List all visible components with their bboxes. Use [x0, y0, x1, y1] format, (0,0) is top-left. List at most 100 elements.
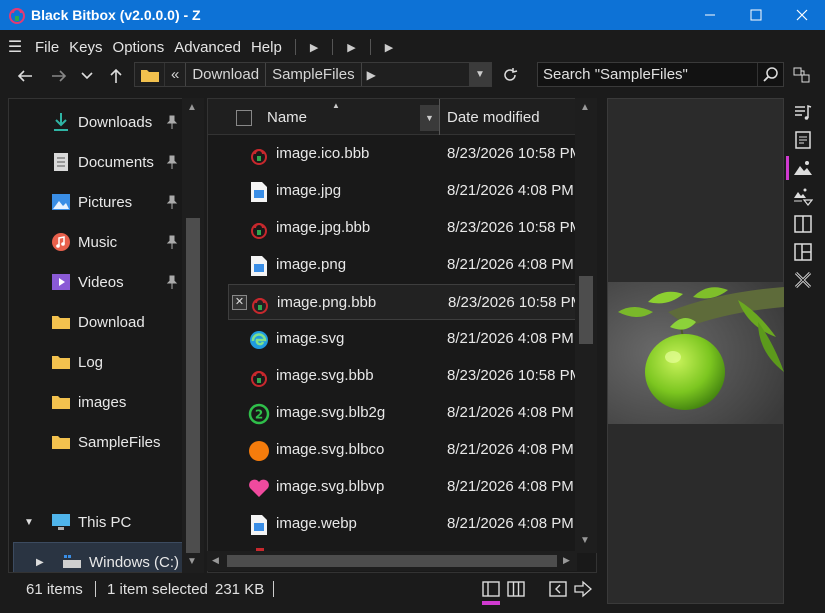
- sidebar-item-images[interactable]: images: [9, 382, 185, 422]
- menu-chevron-icon[interactable]: ▶: [304, 41, 324, 54]
- nav-scrollbar[interactable]: ▲ ▼: [182, 98, 204, 573]
- scrollbar-thumb[interactable]: [579, 276, 593, 344]
- breadcrumb-samplefiles[interactable]: SampleFiles: [266, 63, 362, 86]
- svg-text:2: 2: [255, 408, 263, 422]
- row-checkbox[interactable]: ✕: [232, 295, 247, 310]
- column-name-label[interactable]: Name: [267, 109, 307, 126]
- menu-advanced[interactable]: Advanced: [169, 39, 246, 56]
- menu-keys[interactable]: Keys: [64, 39, 107, 56]
- bitbox-lock-icon: [249, 293, 271, 315]
- search-icon[interactable]: [757, 63, 783, 86]
- file-row[interactable]: image.jpg 8/21/2026 4:08 PM: [228, 173, 578, 209]
- columns-view-button[interactable]: [505, 578, 527, 600]
- scroll-down-icon[interactable]: ▼: [580, 535, 590, 546]
- column-filter-dropdown-icon[interactable]: ▼: [420, 105, 439, 131]
- sidebar-item-pictures[interactable]: Pictures: [9, 182, 185, 222]
- file-row[interactable]: image.svg.blbvp 8/21/2026 4:08 PM: [228, 469, 578, 505]
- sidebar-item-music[interactable]: Music: [9, 222, 185, 262]
- image-preview-button[interactable]: [790, 156, 816, 180]
- sidebar-item-downloads[interactable]: Downloads: [9, 102, 185, 142]
- sidebar-item-this-pc[interactable]: ▼ This PC: [9, 502, 185, 542]
- document-list-icon: [795, 131, 811, 149]
- image-filter-icon: [794, 188, 813, 206]
- details-view-button[interactable]: [480, 578, 502, 600]
- forward-action-button[interactable]: [572, 578, 594, 600]
- search-box[interactable]: Search "SampleFiles": [537, 62, 784, 87]
- sidebar-item-label: Log: [78, 353, 104, 371]
- column-date-label[interactable]: Date modified: [447, 109, 540, 126]
- sidebar-item-videos[interactable]: Videos: [9, 262, 185, 302]
- sidebar-item-log[interactable]: Log: [9, 342, 185, 382]
- file-row[interactable]: image.svg 8/21/2026 4:08 PM: [228, 321, 578, 357]
- folder-icon: [135, 63, 165, 86]
- file-row[interactable]: image.webp 8/21/2026 4:08 PM: [228, 506, 578, 542]
- menu-options[interactable]: Options: [108, 39, 170, 56]
- pin-icon[interactable]: [166, 155, 178, 169]
- documents-icon: [51, 152, 71, 172]
- file-row[interactable]: image.jpg.bbb 8/23/2026 10:58 PM: [228, 210, 582, 246]
- refresh-button[interactable]: [498, 64, 522, 86]
- pin-icon[interactable]: [166, 115, 178, 129]
- hamburger-menu-icon[interactable]: ☰: [0, 37, 30, 57]
- address-dropdown-icon[interactable]: ▼: [469, 63, 491, 86]
- menu-file[interactable]: File: [30, 39, 64, 56]
- menu-help[interactable]: Help: [246, 39, 287, 56]
- menu-chevron-icon[interactable]: ▶: [341, 41, 361, 54]
- scroll-left-icon[interactable]: ◀: [212, 555, 219, 566]
- sidebar-item-label: Videos: [78, 273, 124, 291]
- document-view-button[interactable]: [790, 128, 816, 152]
- file-name: image.svg.blbco: [276, 441, 385, 458]
- file-row-selected[interactable]: ✕ image.png.bbb 8/23/2026 10:58 PM: [228, 284, 583, 320]
- file-row[interactable]: 2 image.svg.blb2g 8/21/2026 4:08 PM: [228, 395, 578, 431]
- menu-chevron-icon[interactable]: ▶: [379, 41, 399, 54]
- pin-icon[interactable]: [166, 195, 178, 209]
- close-button[interactable]: [779, 0, 825, 30]
- file-list-scrollbar[interactable]: ▲ ▼: [575, 98, 597, 553]
- minimize-button[interactable]: [687, 0, 733, 30]
- sidebar-item-windows-c[interactable]: ▶ Windows (C:): [13, 542, 187, 572]
- sidebar-item-documents[interactable]: Documents: [9, 142, 185, 182]
- close-preview-button[interactable]: [790, 268, 816, 292]
- breadcrumb-chevron-icon[interactable]: ▶: [362, 68, 381, 82]
- file-row[interactable]: image.ico.bbb 8/23/2026 10:58 PM: [228, 136, 582, 172]
- this-pc-icon: [51, 512, 71, 532]
- file-row[interactable]: image.svg.blbco 8/21/2026 4:08 PM: [228, 432, 578, 468]
- scrollbar-thumb[interactable]: [186, 218, 200, 553]
- file-date: 8/21/2026 4:08 PM: [447, 182, 574, 199]
- layout-toggle-button[interactable]: [790, 63, 814, 87]
- expand-chevron-icon[interactable]: ▼: [24, 517, 34, 528]
- breadcrumb-download[interactable]: Download: [186, 63, 267, 86]
- split-vertical-button[interactable]: [790, 212, 816, 236]
- scroll-down-icon[interactable]: ▼: [187, 556, 197, 567]
- expand-chevron-icon[interactable]: ▶: [36, 557, 44, 568]
- select-all-checkbox[interactable]: [236, 110, 252, 126]
- scroll-up-icon[interactable]: ▲: [580, 102, 590, 113]
- file-name: image.jpg: [276, 182, 342, 199]
- recent-locations-button[interactable]: [74, 64, 100, 88]
- up-button[interactable]: [103, 64, 129, 88]
- download-arrow-icon: [51, 112, 71, 132]
- sidebar-item-samplefiles[interactable]: SampleFiles: [9, 422, 185, 462]
- scroll-up-icon[interactable]: ▲: [187, 102, 197, 113]
- forward-button[interactable]: [46, 64, 72, 88]
- pin-icon[interactable]: [166, 235, 178, 249]
- file-row[interactable]: image.svg.bbb 8/23/2026 10:58 PM: [228, 358, 582, 394]
- search-input[interactable]: Search "SampleFiles": [538, 66, 757, 83]
- file-list-hscrollbar[interactable]: ◀ ▶: [207, 551, 577, 571]
- menu-separator: [369, 39, 371, 55]
- split-layout-button[interactable]: [790, 240, 816, 264]
- address-bar[interactable]: « Download SampleFiles ▶ ▼: [134, 62, 492, 87]
- collapse-pane-button[interactable]: [547, 578, 569, 600]
- scroll-right-icon[interactable]: ▶: [563, 555, 570, 566]
- maximize-button[interactable]: [733, 0, 779, 30]
- file-row[interactable]: image.png 8/21/2026 4:08 PM: [228, 247, 578, 283]
- pin-icon[interactable]: [166, 275, 178, 289]
- image-filter-button[interactable]: [790, 184, 816, 208]
- back-button[interactable]: [12, 64, 38, 88]
- preview-pane: [607, 98, 784, 604]
- breadcrumb-overflow[interactable]: «: [165, 63, 187, 86]
- sidebar-item-download[interactable]: Download: [9, 302, 185, 342]
- playlist-button[interactable]: [790, 100, 816, 124]
- scrollbar-thumb[interactable]: [227, 555, 557, 567]
- refresh-icon: [504, 68, 518, 81]
